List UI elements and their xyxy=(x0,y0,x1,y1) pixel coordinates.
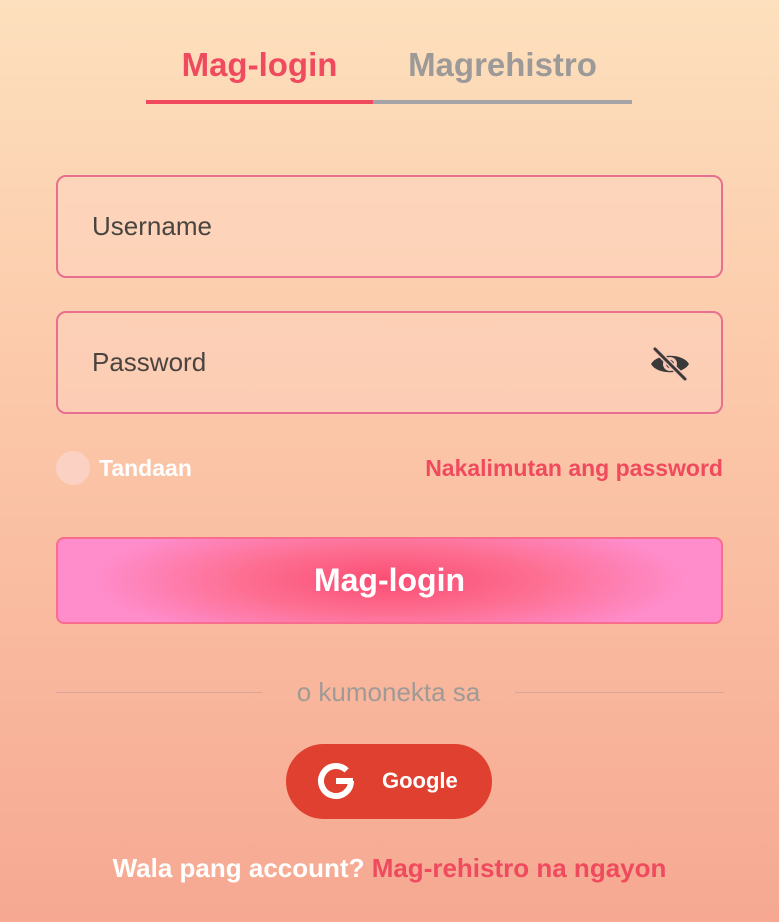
remember-label: Tandaan xyxy=(99,454,192,481)
username-field xyxy=(56,175,723,278)
username-input[interactable] xyxy=(58,177,721,276)
google-icon xyxy=(318,763,354,799)
remember-radio[interactable] xyxy=(56,451,90,485)
remember-me: Tandaan xyxy=(56,450,192,486)
tab-register[interactable]: Magrehistro xyxy=(373,40,632,104)
password-input[interactable] xyxy=(58,313,721,412)
google-login-button[interactable]: Google xyxy=(286,744,492,819)
forgot-password-link[interactable]: Nakalimutan ang password xyxy=(425,455,723,482)
eye-slash-icon[interactable] xyxy=(649,347,691,381)
auth-tabs: Mag-login Magrehistro xyxy=(146,40,632,104)
divider-text: o kumonekta sa xyxy=(296,677,481,707)
footer-question: Wala pang account? xyxy=(112,853,365,883)
footer: Wala pang account? Mag-rehistro na ngayo… xyxy=(0,853,779,884)
tab-login[interactable]: Mag-login xyxy=(146,40,373,104)
divider-left xyxy=(56,692,262,693)
password-field xyxy=(56,311,723,414)
google-label: Google xyxy=(382,768,458,793)
register-now-link[interactable]: Mag-rehistro na ngayon xyxy=(372,853,667,883)
login-button[interactable]: Mag-login xyxy=(56,537,723,624)
divider-right xyxy=(515,692,724,693)
